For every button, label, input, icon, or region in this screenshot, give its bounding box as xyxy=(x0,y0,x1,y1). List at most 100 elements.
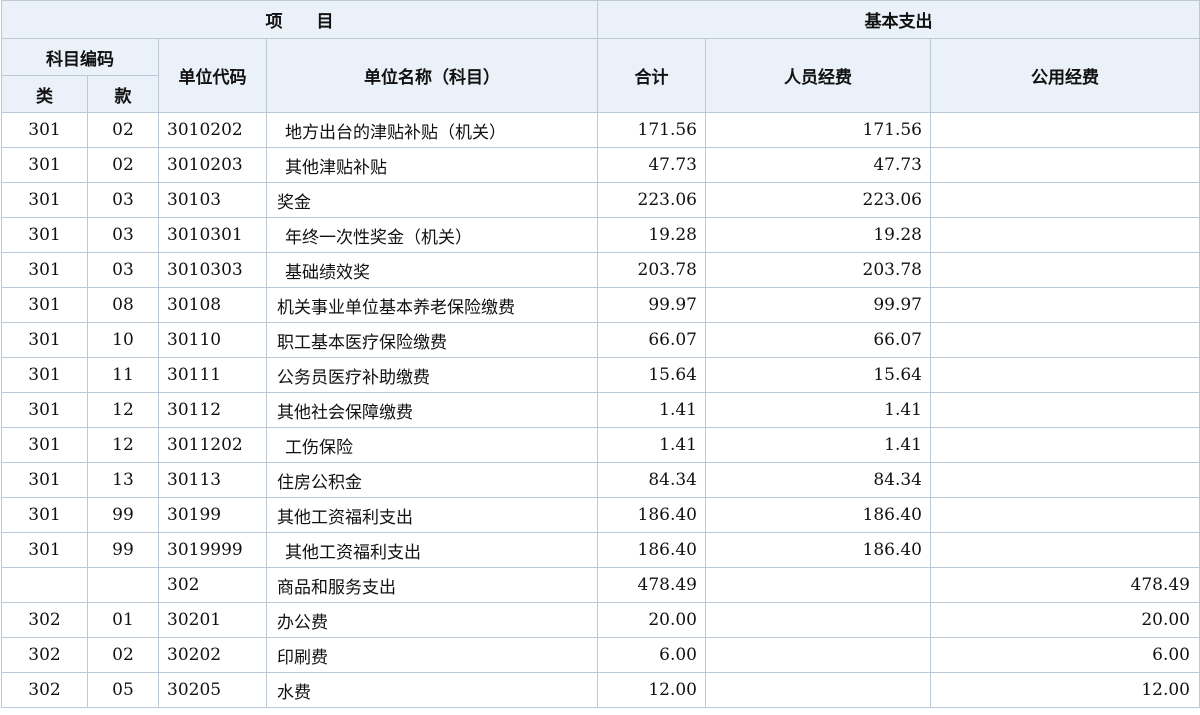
cell-public: 20.00 xyxy=(930,602,1200,638)
cell-section: 10 xyxy=(87,322,159,358)
cell-unit-name: 机关事业单位基本养老保险缴费 xyxy=(266,287,598,323)
cell-unit-code: 30199 xyxy=(158,497,267,533)
cell-personnel: 19.28 xyxy=(705,217,931,253)
cell-class: 301 xyxy=(1,532,88,568)
cell-class: 302 xyxy=(1,672,88,708)
cell-total: 84.34 xyxy=(597,462,706,498)
header-public: 公用经费 xyxy=(930,38,1200,113)
cell-unit-name: 商品和服务支出 xyxy=(266,567,598,603)
cell-total: 478.49 xyxy=(597,567,706,603)
table-header: 项 目 基本支出 科目编码 单位代码 单位名称（科目） 合计 人员经费 公用经费… xyxy=(1,0,1200,113)
cell-personnel xyxy=(705,637,931,673)
header-unit-name: 单位名称（科目） xyxy=(266,38,598,113)
cell-section: 08 xyxy=(87,287,159,323)
cell-unit-code: 30113 xyxy=(158,462,267,498)
cell-section: 05 xyxy=(87,672,159,708)
cell-class: 301 xyxy=(1,287,88,323)
cell-personnel: 1.41 xyxy=(705,427,931,463)
table-row: 301 03 30103 奖金 223.06 223.06 xyxy=(1,182,1200,218)
header-unit-code: 单位代码 xyxy=(158,38,267,113)
cell-unit-code: 30111 xyxy=(158,357,267,393)
cell-section: 99 xyxy=(87,497,159,533)
cell-public xyxy=(930,322,1200,358)
cell-total: 99.97 xyxy=(597,287,706,323)
cell-total: 1.41 xyxy=(597,392,706,428)
header-project: 项 目 xyxy=(1,0,598,39)
header-personnel: 人员经费 xyxy=(705,38,931,113)
cell-class: 301 xyxy=(1,252,88,288)
cell-public xyxy=(930,182,1200,218)
table-row: 301 03 3010303 基础绩效奖 203.78 203.78 xyxy=(1,252,1200,288)
cell-unit-name: 年终一次性奖金（机关） xyxy=(266,217,598,253)
cell-unit-name: 基础绩效奖 xyxy=(266,252,598,288)
cell-class: 301 xyxy=(1,427,88,463)
cell-class: 301 xyxy=(1,392,88,428)
cell-section: 02 xyxy=(87,112,159,148)
cell-unit-code: 30112 xyxy=(158,392,267,428)
table-row: 302 05 30205 水费 12.00 12.00 xyxy=(1,672,1200,708)
cell-personnel: 99.97 xyxy=(705,287,931,323)
cell-unit-name: 奖金 xyxy=(266,182,598,218)
cell-class: 302 xyxy=(1,602,88,638)
cell-unit-name: 工伤保险 xyxy=(266,427,598,463)
cell-total: 66.07 xyxy=(597,322,706,358)
table-row: 302 01 30201 办公费 20.00 20.00 xyxy=(1,602,1200,638)
cell-total: 1.41 xyxy=(597,427,706,463)
cell-unit-name: 印刷费 xyxy=(266,637,598,673)
cell-personnel: 47.73 xyxy=(705,147,931,183)
cell-unit-name: 职工基本医疗保险缴费 xyxy=(266,322,598,358)
table-row: 301 99 3019999 其他工资福利支出 186.40 186.40 xyxy=(1,532,1200,568)
cell-total: 186.40 xyxy=(597,497,706,533)
cell-total: 186.40 xyxy=(597,532,706,568)
table-row: 301 13 30113 住房公积金 84.34 84.34 xyxy=(1,462,1200,498)
cell-class: 301 xyxy=(1,182,88,218)
cell-total: 203.78 xyxy=(597,252,706,288)
cell-unit-code: 3010203 xyxy=(158,147,267,183)
cell-unit-name: 水费 xyxy=(266,672,598,708)
cell-unit-code: 30202 xyxy=(158,637,267,673)
cell-class: 301 xyxy=(1,147,88,183)
cell-total: 20.00 xyxy=(597,602,706,638)
cell-total: 47.73 xyxy=(597,147,706,183)
cell-public xyxy=(930,392,1200,428)
cell-total: 223.06 xyxy=(597,182,706,218)
cell-public xyxy=(930,287,1200,323)
cell-unit-code: 302 xyxy=(158,567,267,603)
cell-public xyxy=(930,112,1200,148)
cell-unit-name: 其他工资福利支出 xyxy=(266,532,598,568)
table-row: 301 99 30199 其他工资福利支出 186.40 186.40 xyxy=(1,497,1200,533)
cell-section: 01 xyxy=(87,602,159,638)
cell-personnel xyxy=(705,567,931,603)
cell-unit-code: 30108 xyxy=(158,287,267,323)
table-row: 301 03 3010301 年终一次性奖金（机关） 19.28 19.28 xyxy=(1,217,1200,253)
table-row: 301 11 30111 公务员医疗补助缴费 15.64 15.64 xyxy=(1,357,1200,393)
table-row: 302 商品和服务支出 478.49 478.49 xyxy=(1,567,1200,603)
cell-section xyxy=(87,567,159,603)
cell-section: 03 xyxy=(87,252,159,288)
cell-personnel: 171.56 xyxy=(705,112,931,148)
cell-personnel: 84.34 xyxy=(705,462,931,498)
cell-section: 03 xyxy=(87,217,159,253)
table-row: 301 02 3010203 其他津贴补贴 47.73 47.73 xyxy=(1,147,1200,183)
cell-unit-code: 3010301 xyxy=(158,217,267,253)
cell-class: 302 xyxy=(1,637,88,673)
cell-public xyxy=(930,427,1200,463)
table-row: 301 02 3010202 地方出台的津贴补贴（机关） 171.56 171.56 xyxy=(1,112,1200,148)
cell-section: 12 xyxy=(87,427,159,463)
cell-unit-name: 地方出台的津贴补贴（机关） xyxy=(266,112,598,148)
cell-total: 6.00 xyxy=(597,637,706,673)
cell-class: 301 xyxy=(1,112,88,148)
table-row: 301 08 30108 机关事业单位基本养老保险缴费 99.97 99.97 xyxy=(1,287,1200,323)
header-class: 类 xyxy=(1,75,88,113)
cell-class: 301 xyxy=(1,462,88,498)
table-row: 302 02 30202 印刷费 6.00 6.00 xyxy=(1,637,1200,673)
cell-unit-name: 其他津贴补贴 xyxy=(266,147,598,183)
cell-public xyxy=(930,497,1200,533)
cell-section: 11 xyxy=(87,357,159,393)
cell-section: 02 xyxy=(87,147,159,183)
cell-unit-name: 其他社会保障缴费 xyxy=(266,392,598,428)
cell-total: 12.00 xyxy=(597,672,706,708)
cell-unit-code: 30103 xyxy=(158,182,267,218)
budget-table: 项 目 基本支出 科目编码 单位代码 单位名称（科目） 合计 人员经费 公用经费… xyxy=(1,0,1200,708)
cell-class: 301 xyxy=(1,497,88,533)
